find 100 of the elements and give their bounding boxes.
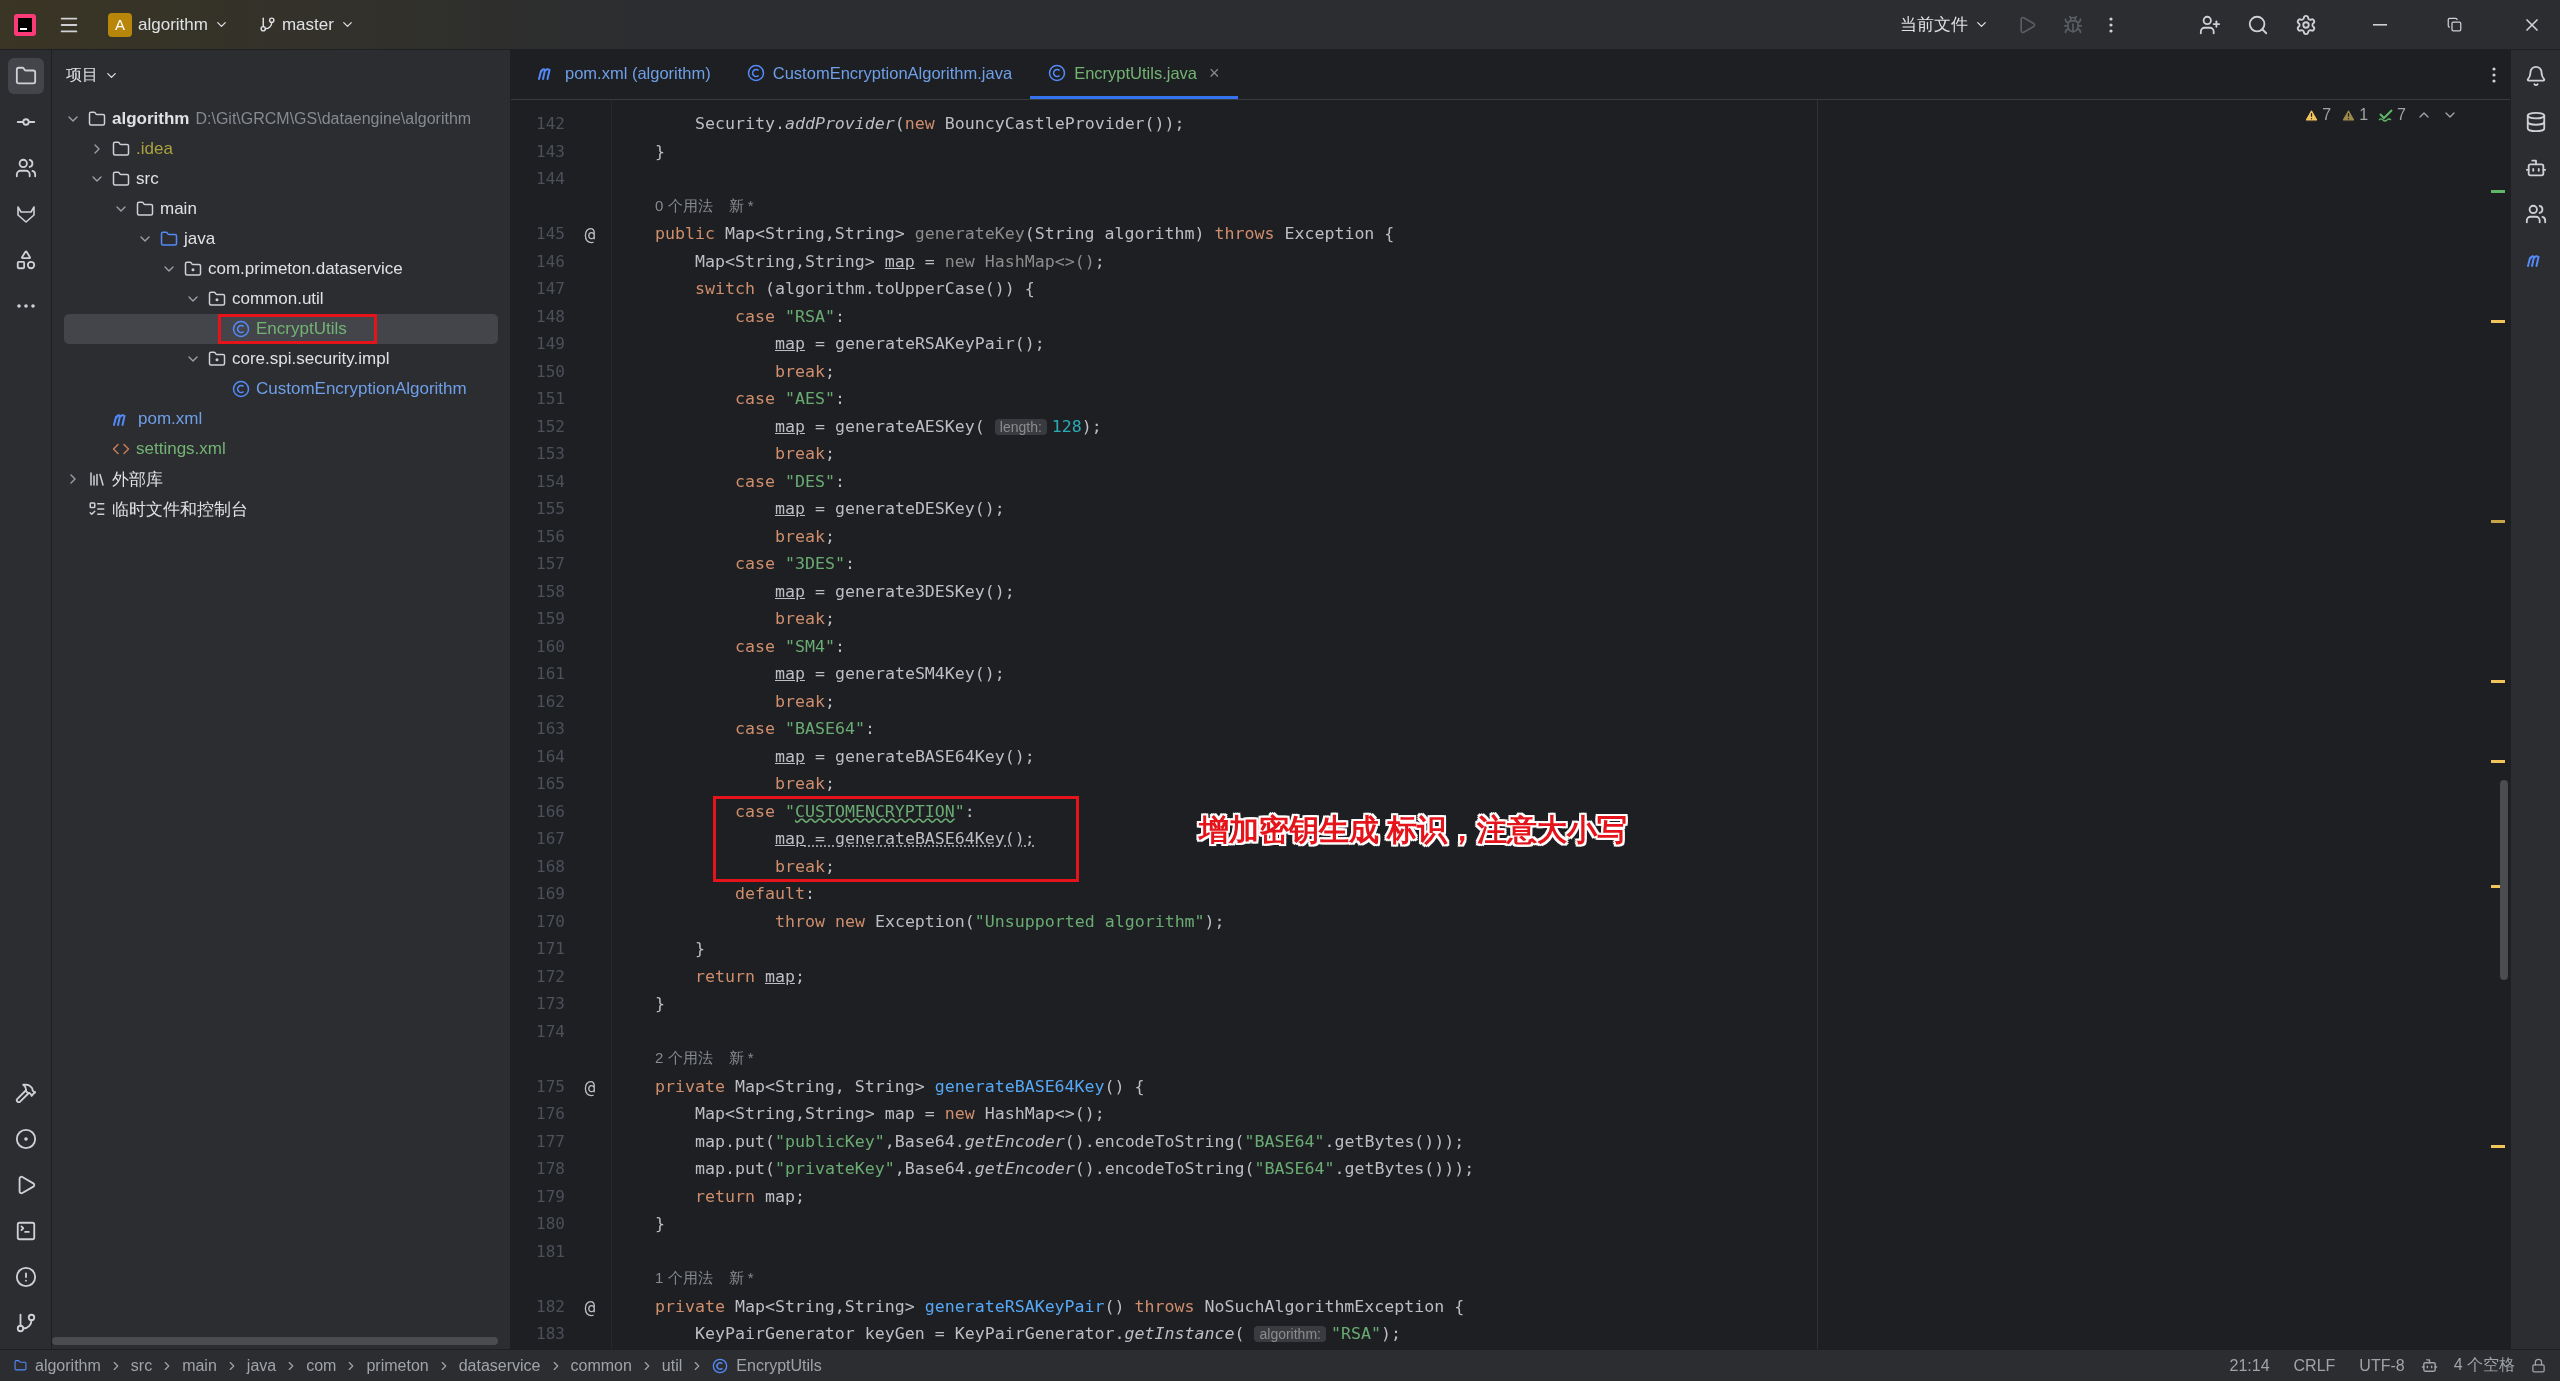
package-icon (208, 350, 226, 368)
breadcrumb[interactable]: java (246, 1356, 277, 1375)
folder-icon (112, 140, 130, 158)
tree-item[interactable]: EncryptUtils (256, 319, 347, 339)
path-text: D:\Git\GRCM\GS\dataengine\algorithm (195, 110, 472, 128)
code-line: Map<String,String> map = new HashMap<>(); (695, 1104, 1105, 1124)
code-line: } (655, 994, 665, 1014)
caret-position[interactable]: 21:14 (2221, 1356, 2278, 1375)
indent-setting[interactable]: 4 个空格 (2445, 1355, 2523, 1376)
annotation-text: 增加密钥生成 标识，注意大小写 (1199, 811, 1628, 848)
code-line: throw new Exception("Unsupported algorithm"); (775, 911, 1225, 931)
breadcrumb[interactable]: EncryptUtils (736, 1356, 822, 1375)
shapes-icon (14, 249, 37, 271)
breadcrumb[interactable]: primeton (366, 1356, 429, 1375)
code-line: switch (algorithm.toUpperCase()) { (695, 279, 1035, 299)
hammer-icon (14, 1082, 37, 1104)
tree-item[interactable]: CustomEncryptionAlgorithm (256, 379, 467, 399)
code-line: case "3DES": (735, 554, 855, 574)
project-selector[interactable]: A algorithm (100, 6, 237, 43)
branch-icon (258, 16, 276, 33)
project-tool-button[interactable] (7, 58, 44, 94)
robot-icon[interactable] (2420, 1357, 2438, 1374)
code-line: public Map<String,String> generateKey(String algorithm) throws Exception { (655, 224, 1395, 244)
close-tab-icon[interactable]: × (1209, 62, 1220, 84)
code-line: case "CUSTOMENCRYPTION": (735, 801, 975, 821)
code-line: map = generateDESKey(); (775, 499, 1005, 519)
inspection-count[interactable]: 1 (2341, 106, 2369, 124)
code-line: map = generateSM4Key(); (775, 664, 1005, 684)
branch-selector[interactable]: master (250, 8, 363, 41)
branch-icon (14, 1312, 37, 1334)
people-icon (2524, 203, 2547, 225)
folder-icon (88, 110, 106, 128)
code-line: private Map<String, String> generateBASE64Key() { (655, 1076, 1145, 1096)
add-user-icon (2199, 13, 2221, 36)
code-line: map = generateAESKey( length: 128); (775, 416, 1102, 436)
gutter-marker[interactable]: @ (584, 1295, 596, 1317)
class-icon (232, 380, 250, 398)
tree-item[interactable]: 外部库 (112, 467, 163, 491)
restore-icon (2447, 17, 2462, 32)
scrollbar[interactable] (2500, 780, 2508, 980)
breadcrumb[interactable]: common (570, 1356, 632, 1375)
tree-item[interactable]: core.spi.security.impl (232, 349, 390, 369)
gutter-marker[interactable]: @ (584, 223, 596, 245)
more-icon (2109, 16, 2113, 33)
inspection-count[interactable]: 7 (2304, 106, 2332, 124)
inspection-count[interactable]: 7 (2378, 106, 2406, 124)
lock-icon[interactable] (2531, 1358, 2546, 1373)
folder-icon (160, 230, 178, 248)
search-icon (2247, 13, 2269, 36)
folder-icon (14, 1359, 27, 1372)
scrollbar[interactable] (52, 1337, 498, 1345)
author-hint: 新 * (728, 196, 754, 216)
folder-icon (14, 65, 37, 87)
breadcrumb[interactable]: src (130, 1356, 153, 1375)
gutter-marker[interactable]: @ (584, 1075, 596, 1097)
editor-tab[interactable]: pom.xml (algorithm) (519, 50, 729, 99)
robot-icon (2524, 157, 2547, 179)
panel-title[interactable]: 项目 (52, 50, 133, 100)
code-line: break; (775, 691, 835, 711)
breadcrumb[interactable]: com (306, 1356, 337, 1375)
editor-tab[interactable]: CustomEncryptionAlgorithm.java (728, 50, 1031, 99)
breadcrumb[interactable]: main (182, 1356, 217, 1375)
code-line: map = generateBASE64Key(); (775, 746, 1035, 766)
breadcrumb[interactable]: dataservice (458, 1356, 541, 1375)
code-line: map = generateBASE64Key(); (775, 829, 1035, 849)
library-icon (88, 470, 106, 488)
tree-item[interactable]: settings.xml (136, 439, 226, 459)
breadcrumb[interactable]: util (661, 1356, 683, 1375)
folder-icon (136, 200, 154, 218)
more-icon (2492, 66, 2496, 83)
usage-hint[interactable]: 0 个用法 (655, 196, 713, 216)
tree-item[interactable]: common.util (232, 289, 324, 309)
usage-hint[interactable]: 2 个用法 (655, 1049, 713, 1069)
code-line: Security.addProvider(new BouncyCastleProvider()); (695, 114, 1185, 134)
play-icon (2017, 14, 2037, 35)
tree-item[interactable]: java (184, 229, 216, 249)
tree-item[interactable]: src (136, 169, 159, 189)
tree-item[interactable]: main (160, 199, 197, 219)
code-line: return map; (695, 1186, 805, 1206)
code-line: break; (775, 774, 835, 794)
tree-item[interactable]: com.primeton.dataservice (208, 259, 403, 279)
code-line: map.put("privateKey",Base64.getEncoder().encodeToString("BASE64".getBytes())); (695, 1159, 1475, 1179)
breadcrumb[interactable]: algorithm (35, 1356, 101, 1375)
usage-hint[interactable]: 1 个用法 (655, 1269, 713, 1289)
app-logo[interactable] (12, 11, 38, 38)
tree-item[interactable]: pom.xml (138, 409, 203, 429)
encoding[interactable]: UTF-8 (2351, 1356, 2413, 1375)
tree-item[interactable]: algorithm (112, 109, 190, 129)
author-hint: 新 * (728, 1269, 754, 1289)
selected-row[interactable]: EncryptUtils (64, 314, 498, 344)
line-ending[interactable]: CRLF (2285, 1356, 2344, 1375)
code-line: break; (775, 526, 835, 546)
code-line: } (655, 141, 665, 161)
class-icon (746, 64, 765, 82)
run-config-selector[interactable]: 当前文件 (1892, 7, 1997, 42)
tree-item[interactable]: 临时文件和控制台 (112, 497, 248, 521)
people-icon (14, 157, 37, 179)
more-icon (16, 304, 35, 308)
tree-item[interactable]: .idea (136, 139, 173, 159)
code-line: map = generate3DESKey(); (775, 581, 1015, 601)
